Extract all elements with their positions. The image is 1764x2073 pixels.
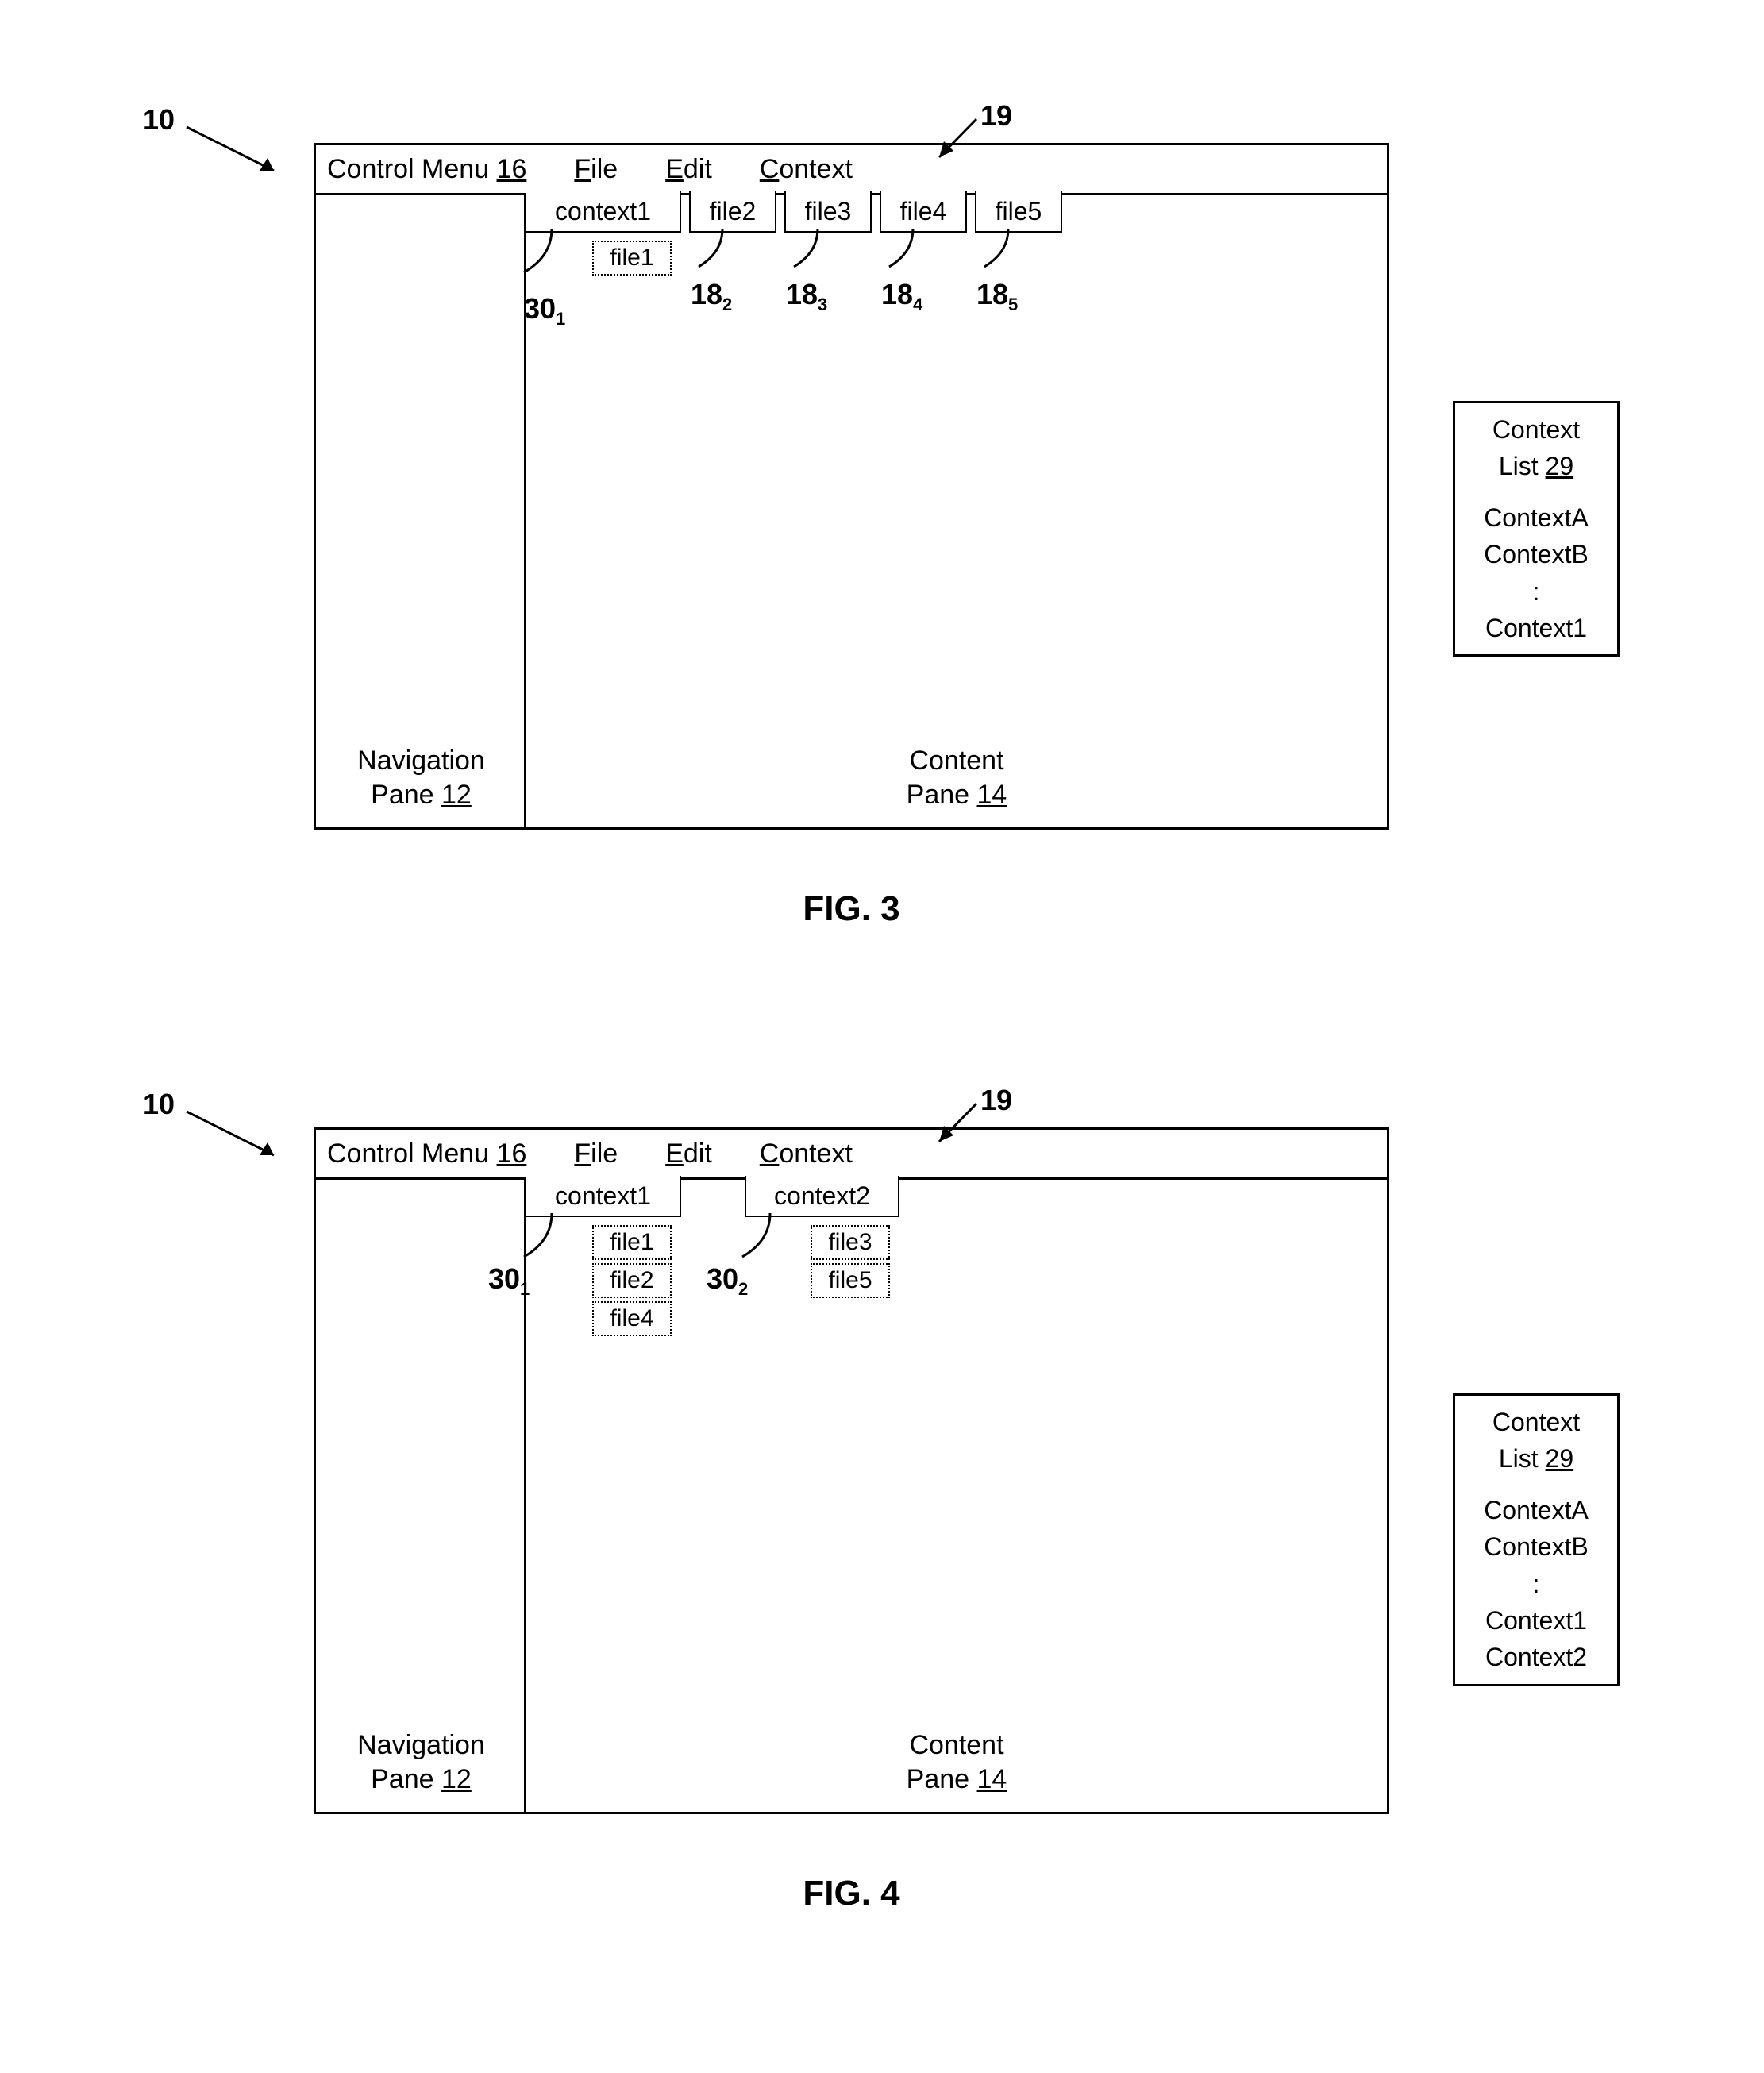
menu-edit-fig3[interactable]: Edit (665, 154, 712, 185)
lead-30-2-fig4 (742, 1213, 790, 1285)
subtab-file1-fig4[interactable]: file1 (592, 1225, 672, 1260)
context-list-item: ContextB (1462, 1528, 1611, 1565)
context-list-box-fig4: Context List 29 ContextA ContextB : Cont… (1453, 1393, 1620, 1686)
tab-file5-fig3[interactable]: file5 (975, 191, 1062, 233)
lead-30-1-fig3 (524, 229, 572, 300)
context-list-title2: List 29 (1462, 448, 1611, 484)
context-list-item: ContextA (1462, 1492, 1611, 1528)
lead-18-4 (889, 229, 921, 284)
window-fig3: Control Menu 16 File Edit Context Naviga… (314, 143, 1389, 830)
lead-30-1-fig4 (524, 1213, 572, 1285)
context-list-item: ContextB (1462, 536, 1611, 572)
menu-context-fig4[interactable]: Context (760, 1139, 853, 1169)
context-list-title2-fig4: List 29 (1462, 1440, 1611, 1477)
nav-pane-label-fig4: Navigation Pane 12 (316, 1728, 526, 1796)
subtab-file1-fig3[interactable]: file1 (592, 241, 672, 276)
context-list-item: Context2 (1462, 1639, 1611, 1675)
ref-18-2: 182 (691, 278, 732, 315)
subtab-file5-fig4[interactable]: file5 (811, 1263, 890, 1298)
figure-label-4: FIG. 4 (314, 1874, 1389, 1913)
tab-file3-fig3[interactable]: file3 (784, 191, 872, 233)
tab-file4-fig3[interactable]: file4 (880, 191, 967, 233)
tab-context1-fig4[interactable]: context1 (526, 1176, 681, 1217)
ref-30-2-fig4: 302 (707, 1262, 748, 1300)
window-fig4: Control Menu 16 File Edit Context Naviga… (314, 1127, 1389, 1814)
menu-context-fig3[interactable]: Context (760, 154, 853, 185)
nav-pane-fig3 (316, 193, 526, 827)
menu-file-fig4[interactable]: File (574, 1139, 618, 1169)
lead-18-3 (794, 229, 826, 284)
context-list-item: ContextA (1462, 499, 1611, 536)
ref-19-fig4: 19 (980, 1084, 1012, 1117)
control-menu-label-fig4: Control Menu 16 (327, 1139, 526, 1169)
ref-18-5: 185 (976, 278, 1018, 315)
context-list-title-fig4: Context (1462, 1404, 1611, 1440)
subtab-file4-fig4[interactable]: file4 (592, 1301, 672, 1336)
ref-10-fig4: 10 (143, 1088, 175, 1121)
context-list-item: : (1462, 573, 1611, 610)
nav-pane-label-fig3: Navigation Pane 12 (316, 744, 526, 811)
ref-30-1-fig3: 301 (524, 292, 565, 329)
ref-18-4: 184 (881, 278, 922, 315)
ref-18-3: 183 (786, 278, 827, 315)
content-pane-label-fig3: Content Pane 14 (526, 744, 1387, 811)
arrow-19-fig4 (933, 1104, 980, 1151)
arrow-10-fig4 (187, 1112, 306, 1167)
lead-18-5 (984, 229, 1016, 284)
arrow-10-fig3 (187, 127, 306, 183)
menu-edit-fig4[interactable]: Edit (665, 1139, 712, 1169)
subtab-file2-fig4[interactable]: file2 (592, 1263, 672, 1298)
lead-18-2 (699, 229, 730, 284)
context-list-item: Context1 (1462, 1602, 1611, 1639)
tab-context2-fig4[interactable]: context2 (745, 1176, 899, 1217)
subtab-file3-fig4[interactable]: file3 (811, 1225, 890, 1260)
content-pane-label-fig4: Content Pane 14 (526, 1728, 1387, 1796)
control-menu-label: Control Menu 16 (327, 154, 526, 185)
window-body-fig3: Navigation Pane 12 Content Pane 14 conte… (316, 193, 1387, 827)
arrow-19-fig3 (933, 119, 980, 167)
figure-label-3: FIG. 3 (314, 889, 1389, 929)
ref-10-fig3: 10 (143, 103, 175, 137)
tab-context1-fig3[interactable]: context1 (526, 191, 681, 233)
context-list-title: Context (1462, 411, 1611, 448)
context-list-box-fig3: Context List 29 ContextA ContextB : Cont… (1453, 401, 1620, 657)
menu-file-fig3[interactable]: File (574, 154, 618, 185)
window-body-fig4: Navigation Pane 12 Content Pane 14 conte… (316, 1177, 1387, 1812)
tab-file2-fig3[interactable]: file2 (689, 191, 776, 233)
context-list-item: : (1462, 1566, 1611, 1602)
ref-19-fig3: 19 (980, 99, 1012, 133)
context-list-item: Context1 (1462, 610, 1611, 646)
control-menu-fig4: Control Menu 16 File Edit Context (316, 1130, 1387, 1180)
control-menu-fig3: Control Menu 16 File Edit Context (316, 145, 1387, 195)
ref-30-1-fig4: 301 (488, 1262, 530, 1300)
